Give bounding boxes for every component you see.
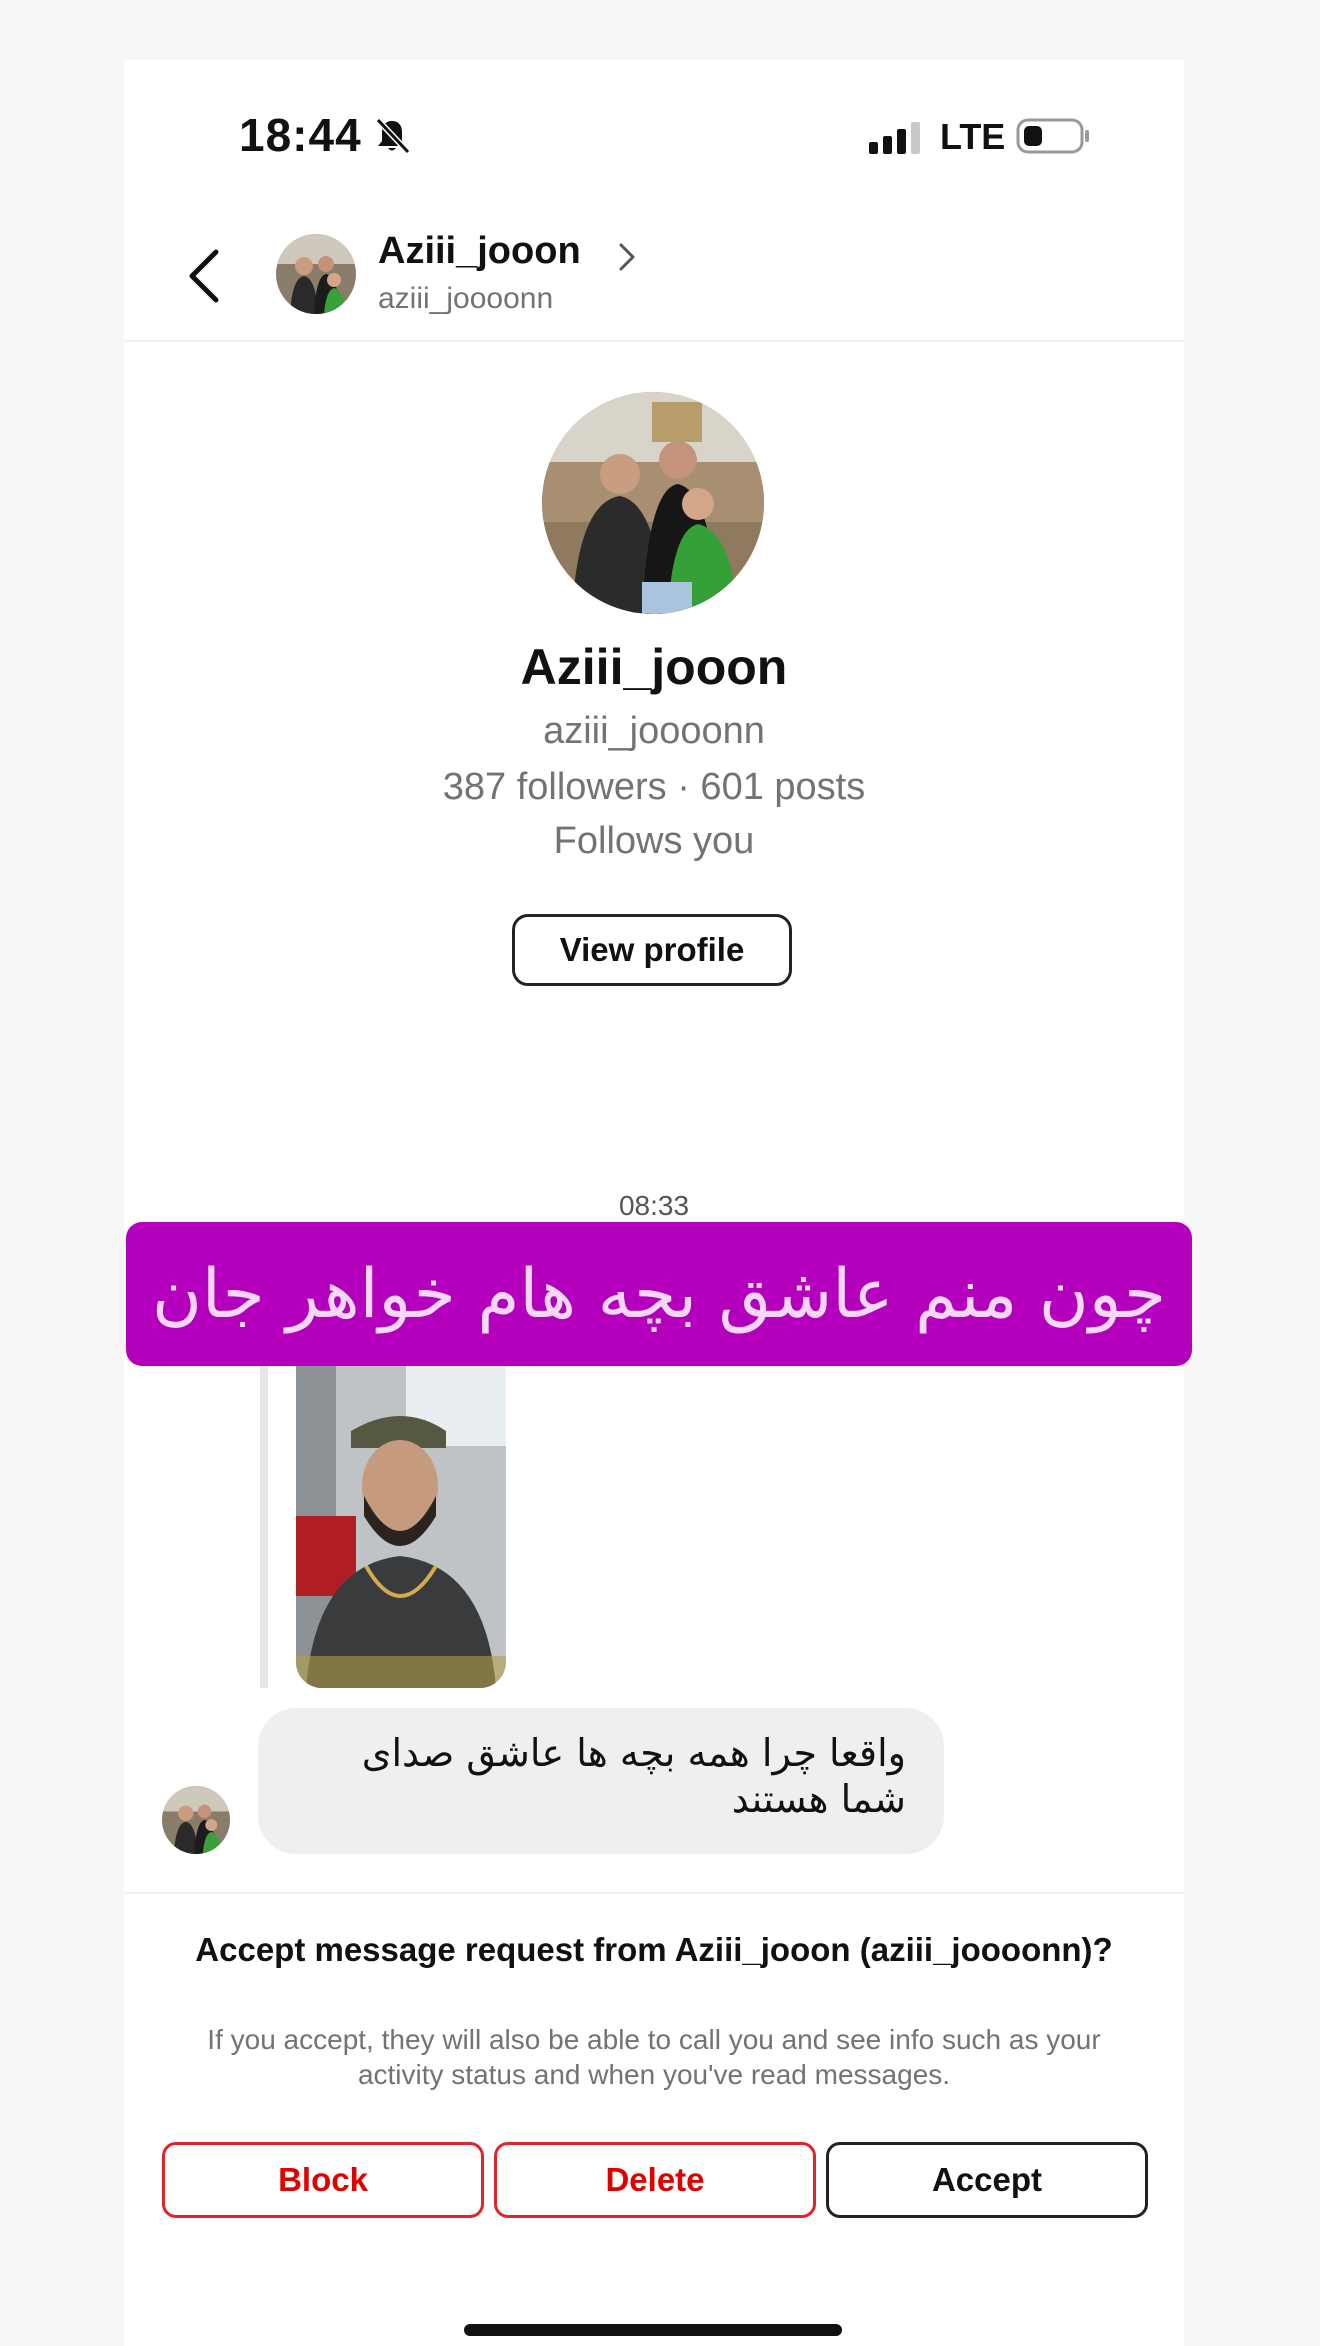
message-timestamp: 08:33 xyxy=(618,1190,690,1221)
request-divider xyxy=(124,1892,1184,1894)
bell-slash-icon xyxy=(375,117,411,155)
view-profile-button[interactable]: View profile xyxy=(512,914,792,986)
profile-avatar[interactable] xyxy=(542,392,764,614)
avatar-photo xyxy=(276,234,356,314)
back-icon[interactable] xyxy=(184,246,224,306)
home-indicator[interactable] xyxy=(464,2324,842,2336)
sender-avatar-photo xyxy=(162,1786,230,1854)
reply-indicator-bar xyxy=(260,1366,268,1688)
delete-button[interactable]: Delete xyxy=(494,2142,816,2218)
follows-you-label: Follows you xyxy=(553,820,755,862)
block-button[interactable]: Block xyxy=(162,2142,484,2218)
battery-icon xyxy=(1016,118,1089,154)
signal-icon xyxy=(869,122,920,154)
story-thumbnail-photo xyxy=(296,1356,506,1688)
chevron-right-icon[interactable] xyxy=(616,240,638,274)
story-reply-thumbnail[interactable] xyxy=(296,1356,506,1688)
request-title: Accept message request from Aziii_jooon … xyxy=(195,1931,1113,1968)
network-type: LTE xyxy=(940,116,1006,157)
header-display-name[interactable]: Aziii_jooon xyxy=(378,230,581,273)
header-divider xyxy=(124,340,1184,342)
profile-stats: 387 followers · 601 posts xyxy=(442,766,866,808)
header-avatar[interactable] xyxy=(276,234,356,314)
profile-display-name: Aziii_jooon xyxy=(520,639,788,695)
profile-username: aziii_joooonn xyxy=(543,710,765,752)
profile-photo xyxy=(542,392,764,614)
message-bubble[interactable]: واقعا چرا همه بچه ها عاشق صدای شما هستند xyxy=(258,1708,944,1854)
header-username: aziii_joooonn xyxy=(378,282,554,315)
caption-overlay: چون منم عاشق بچه هام خواهر جان xyxy=(126,1222,1192,1366)
accept-button[interactable]: Accept xyxy=(826,2142,1148,2218)
sender-avatar[interactable] xyxy=(162,1786,230,1854)
request-description: If you accept, they will also be able to… xyxy=(207,2024,1101,2090)
status-time: 18:44 xyxy=(239,109,362,161)
phone-screen: 18:44 LTE Aziii_jooon aziii_joooonn Azii… xyxy=(124,60,1192,2346)
